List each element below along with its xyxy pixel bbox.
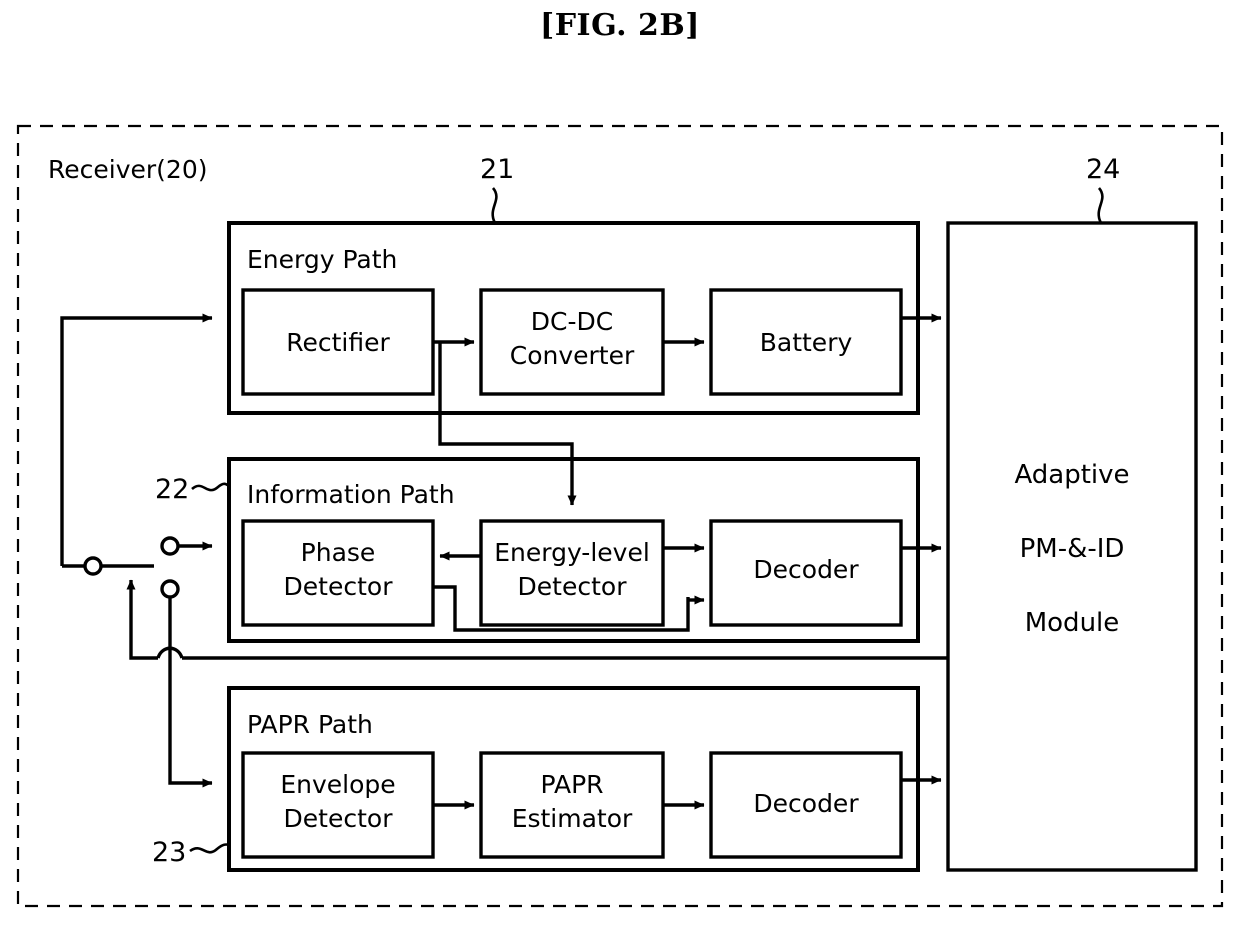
energy-path-label: Energy Path xyxy=(247,245,397,274)
information-path-label: Information Path xyxy=(247,480,455,509)
papr-estimator-label-line2: Estimator xyxy=(512,804,633,833)
envelope-detector-label-line1: Envelope xyxy=(280,770,395,799)
papr-path-label: PAPR Path xyxy=(247,710,373,739)
rectifier-label: Rectifier xyxy=(286,328,390,357)
adaptive-module-label-line3: Module xyxy=(1025,608,1120,638)
figure-canvas: [FIG. 2B] Receiver(20) Energy Path Recti… xyxy=(0,0,1240,927)
papr-estimator-label-line1: PAPR xyxy=(540,770,603,799)
ref-numeral-21: 21 xyxy=(480,154,514,185)
dc-dc-converter-label-line1: DC-DC xyxy=(531,307,613,336)
information-decoder-label: Decoder xyxy=(753,555,859,584)
adaptive-module-label-line2: PM-&-ID xyxy=(1020,534,1125,564)
switch-terminal-papr[interactable] xyxy=(160,579,180,599)
ref-numeral-22: 22 xyxy=(155,474,189,505)
ref-numeral-23: 23 xyxy=(152,837,186,868)
switch-terminal-information[interactable] xyxy=(160,536,180,556)
adaptive-module-label-line1: Adaptive xyxy=(1014,460,1129,490)
wire-feedback-to-switch xyxy=(126,579,158,660)
leader-line-22 xyxy=(191,482,230,492)
papr-decoder-label: Decoder xyxy=(753,789,859,818)
energy-level-detector-label-line1: Energy-level xyxy=(494,538,650,567)
envelope-detector-label-line2: Detector xyxy=(284,804,394,833)
phase-detector-label-line1: Phase xyxy=(301,538,376,567)
receiver-label: Receiver(20) xyxy=(48,155,207,184)
leader-line-23 xyxy=(189,843,230,854)
energy-level-detector-label-line2: Detector xyxy=(518,572,628,601)
battery-label: Battery xyxy=(760,328,853,357)
wire-to-papr-path xyxy=(168,597,213,788)
wire-to-energy-path xyxy=(60,313,213,566)
ref-numeral-24: 24 xyxy=(1086,154,1120,185)
dc-dc-converter-label-line2: Converter xyxy=(510,341,635,370)
leader-line-21 xyxy=(491,187,498,224)
phase-detector-label-line2: Detector xyxy=(284,572,394,601)
block-diagram: Receiver(20) Energy Path Rectifier DC-DC… xyxy=(16,124,1224,908)
switch-common-node[interactable] xyxy=(83,556,103,576)
leader-line-24 xyxy=(1097,187,1104,224)
